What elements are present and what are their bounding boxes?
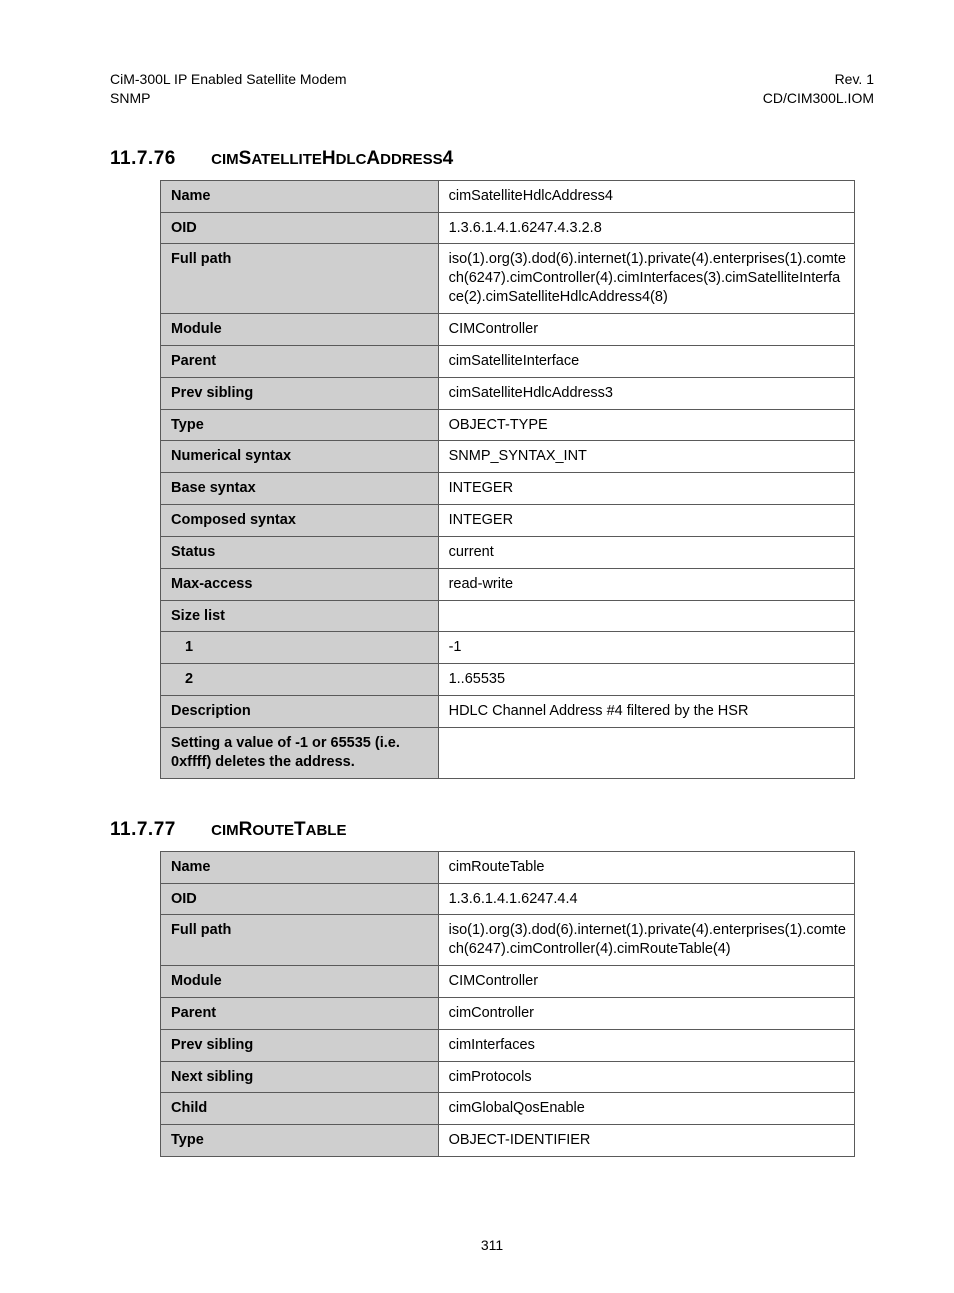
row-value: cimSatelliteHdlcAddress3 bbox=[438, 377, 854, 409]
row-label: Type bbox=[161, 1125, 439, 1157]
table-row: NamecimRouteTable bbox=[161, 851, 855, 883]
header-doc: CD/CIM300L.IOM bbox=[763, 90, 874, 106]
table-row: TypeOBJECT-TYPE bbox=[161, 409, 855, 441]
mib-table-2: NamecimRouteTableOID1.3.6.1.4.1.6247.4.4… bbox=[160, 851, 855, 1157]
row-label: Numerical syntax bbox=[161, 441, 439, 473]
row-label: Prev sibling bbox=[161, 377, 439, 409]
row-value: iso(1).org(3).dod(6).internet(1).private… bbox=[438, 915, 854, 966]
row-value: INTEGER bbox=[438, 473, 854, 505]
row-value: cimController bbox=[438, 997, 854, 1029]
document-page: CiM-300L IP Enabled Satellite Modem SNMP… bbox=[0, 0, 954, 1293]
row-label: Description bbox=[161, 696, 439, 728]
table-row: Setting a value of -1 or 65535 (i.e. 0xf… bbox=[161, 727, 855, 778]
header-title: CiM-300L IP Enabled Satellite Modem bbox=[110, 71, 347, 87]
row-label: Prev sibling bbox=[161, 1029, 439, 1061]
row-label: Module bbox=[161, 314, 439, 346]
row-label: Name bbox=[161, 180, 439, 212]
table-row: OID1.3.6.1.4.1.6247.4.3.2.8 bbox=[161, 212, 855, 244]
row-label: Full path bbox=[161, 915, 439, 966]
row-value: cimRouteTable bbox=[438, 851, 854, 883]
row-label: Type bbox=[161, 409, 439, 441]
row-value: iso(1).org(3).dod(6).internet(1).private… bbox=[438, 244, 854, 314]
header-left: CiM-300L IP Enabled Satellite Modem SNMP bbox=[110, 70, 347, 108]
row-label: OID bbox=[161, 883, 439, 915]
table-row: TypeOBJECT-IDENTIFIER bbox=[161, 1125, 855, 1157]
table-row: ModuleCIMController bbox=[161, 314, 855, 346]
row-label: Child bbox=[161, 1093, 439, 1125]
table-row: 1-1 bbox=[161, 632, 855, 664]
table-2-wrap: NamecimRouteTableOID1.3.6.1.4.1.6247.4.4… bbox=[160, 851, 874, 1157]
row-label: Setting a value of -1 or 65535 (i.e. 0xf… bbox=[161, 727, 439, 778]
row-label: Composed syntax bbox=[161, 505, 439, 537]
row-label: Parent bbox=[161, 997, 439, 1029]
table-row: Composed syntaxINTEGER bbox=[161, 505, 855, 537]
table-row: Base syntaxINTEGER bbox=[161, 473, 855, 505]
row-value: cimSatelliteInterface bbox=[438, 345, 854, 377]
row-value: HDLC Channel Address #4 filtered by the … bbox=[438, 696, 854, 728]
row-value bbox=[438, 727, 854, 778]
row-label: Next sibling bbox=[161, 1061, 439, 1093]
table-row: Statuscurrent bbox=[161, 536, 855, 568]
row-value: INTEGER bbox=[438, 505, 854, 537]
row-label: Name bbox=[161, 851, 439, 883]
section-heading-1: 11.7.76 CIMSATELLITEHDLCADDRESS4 bbox=[110, 148, 874, 170]
row-label: OID bbox=[161, 212, 439, 244]
header-subtitle: SNMP bbox=[110, 90, 150, 106]
table-1-wrap: NamecimSatelliteHdlcAddress4OID1.3.6.1.4… bbox=[160, 180, 874, 779]
table-row: DescriptionHDLC Channel Address #4 filte… bbox=[161, 696, 855, 728]
row-value: -1 bbox=[438, 632, 854, 664]
row-value: CIMController bbox=[438, 314, 854, 346]
table-row: ParentcimController bbox=[161, 997, 855, 1029]
row-value: cimGlobalQosEnable bbox=[438, 1093, 854, 1125]
page-number: 311 bbox=[481, 1237, 503, 1253]
header-right: Rev. 1 CD/CIM300L.IOM bbox=[763, 70, 874, 108]
table-row: Numerical syntaxSNMP_SYNTAX_INT bbox=[161, 441, 855, 473]
page-footer: 311 bbox=[110, 1237, 874, 1253]
row-label: Status bbox=[161, 536, 439, 568]
header-rev: Rev. 1 bbox=[835, 71, 874, 87]
table-row: ParentcimSatelliteInterface bbox=[161, 345, 855, 377]
table-row: Size list bbox=[161, 600, 855, 632]
row-value: read-write bbox=[438, 568, 854, 600]
row-label: Parent bbox=[161, 345, 439, 377]
row-label: Base syntax bbox=[161, 473, 439, 505]
row-label: 1 bbox=[161, 632, 439, 664]
row-value: cimInterfaces bbox=[438, 1029, 854, 1061]
row-label: Full path bbox=[161, 244, 439, 314]
row-value bbox=[438, 600, 854, 632]
row-value: 1.3.6.1.4.1.6247.4.4 bbox=[438, 883, 854, 915]
table-row: ChildcimGlobalQosEnable bbox=[161, 1093, 855, 1125]
section-number: 11.7.76 bbox=[110, 148, 176, 169]
row-value: CIMController bbox=[438, 966, 854, 998]
section-number: 11.7.77 bbox=[110, 819, 176, 840]
mib-table-1: NamecimSatelliteHdlcAddress4OID1.3.6.1.4… bbox=[160, 180, 855, 779]
row-value: 1..65535 bbox=[438, 664, 854, 696]
row-value: cimProtocols bbox=[438, 1061, 854, 1093]
table-row: Prev siblingcimInterfaces bbox=[161, 1029, 855, 1061]
table-row: 21..65535 bbox=[161, 664, 855, 696]
row-label: Max-access bbox=[161, 568, 439, 600]
page-header: CiM-300L IP Enabled Satellite Modem SNMP… bbox=[110, 70, 874, 108]
table-row: NamecimSatelliteHdlcAddress4 bbox=[161, 180, 855, 212]
table-row: Prev siblingcimSatelliteHdlcAddress3 bbox=[161, 377, 855, 409]
table-row: ModuleCIMController bbox=[161, 966, 855, 998]
row-value: cimSatelliteHdlcAddress4 bbox=[438, 180, 854, 212]
table-row: Full pathiso(1).org(3).dod(6).internet(1… bbox=[161, 244, 855, 314]
table-row: Max-accessread-write bbox=[161, 568, 855, 600]
row-value: current bbox=[438, 536, 854, 568]
row-label: 2 bbox=[161, 664, 439, 696]
row-label: Size list bbox=[161, 600, 439, 632]
table-row: Next siblingcimProtocols bbox=[161, 1061, 855, 1093]
row-value: OBJECT-TYPE bbox=[438, 409, 854, 441]
row-value: SNMP_SYNTAX_INT bbox=[438, 441, 854, 473]
table-row: Full pathiso(1).org(3).dod(6).internet(1… bbox=[161, 915, 855, 966]
row-value: 1.3.6.1.4.1.6247.4.3.2.8 bbox=[438, 212, 854, 244]
table-row: OID1.3.6.1.4.1.6247.4.4 bbox=[161, 883, 855, 915]
section-heading-2: 11.7.77 CIMROUTETABLE bbox=[110, 819, 874, 841]
row-label: Module bbox=[161, 966, 439, 998]
row-value: OBJECT-IDENTIFIER bbox=[438, 1125, 854, 1157]
